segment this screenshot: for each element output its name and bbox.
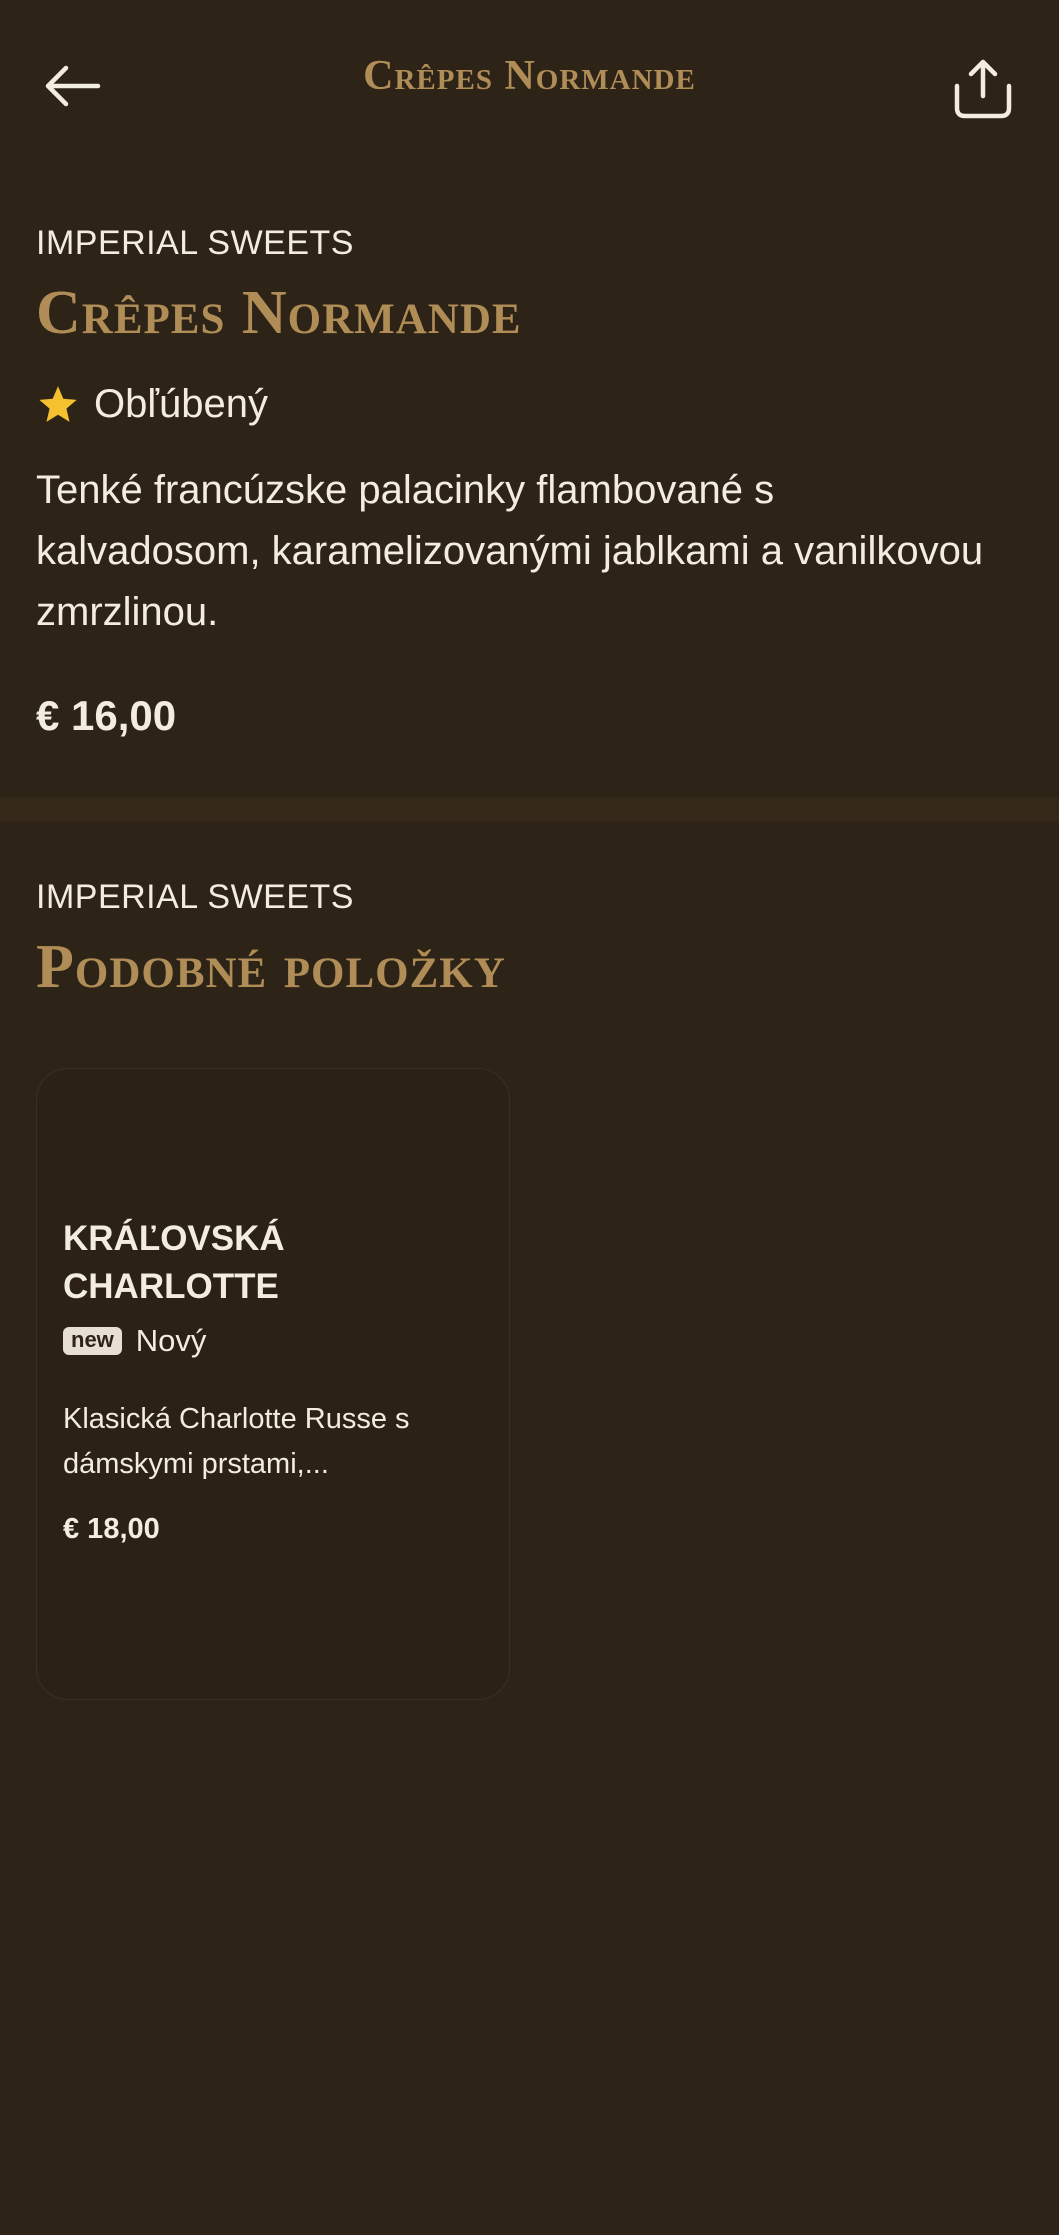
share-icon: [954, 59, 1012, 119]
product-title: Crêpes Normande: [36, 279, 522, 347]
share-button[interactable]: [943, 48, 1023, 128]
section-divider: [0, 798, 1059, 822]
product-card[interactable]: Kráľovská Charlotte new Nový Klasická Ch…: [36, 1068, 510, 1700]
card-badge-label: Nový: [135, 1323, 207, 1358]
product-price: € 16,00: [36, 692, 177, 739]
badge-label: Obľúbený: [94, 382, 269, 426]
product-description: Tenké francúzske palacinky flambované s …: [36, 468, 984, 634]
card-product-name: Kráľovská Charlotte: [63, 1219, 285, 1306]
star-icon: [39, 385, 77, 422]
similar-items-title: Podobné položky: [36, 933, 506, 1001]
similar-brand-label: IMPERIAL SWEETS: [36, 878, 354, 916]
new-tag: new: [63, 1327, 122, 1355]
new-badge: new Nový: [63, 1323, 206, 1359]
header-title: Crêpes Normande: [363, 53, 696, 99]
card-description: Klasická Charlotte Russe s dámskymi prst…: [63, 1403, 410, 1480]
card-price: € 18,00: [63, 1513, 160, 1545]
product-detail: IMPERIAL SWEETS Crêpes Normande Obľúbený…: [0, 170, 1059, 798]
similar-items-section: IMPERIAL SWEETS Podobné položky Kráľovsk…: [0, 822, 1059, 2235]
popular-badge: Obľúbený: [36, 382, 268, 427]
brand-label: IMPERIAL SWEETS: [36, 224, 354, 262]
app-header: Crêpes Normande: [0, 0, 1059, 170]
